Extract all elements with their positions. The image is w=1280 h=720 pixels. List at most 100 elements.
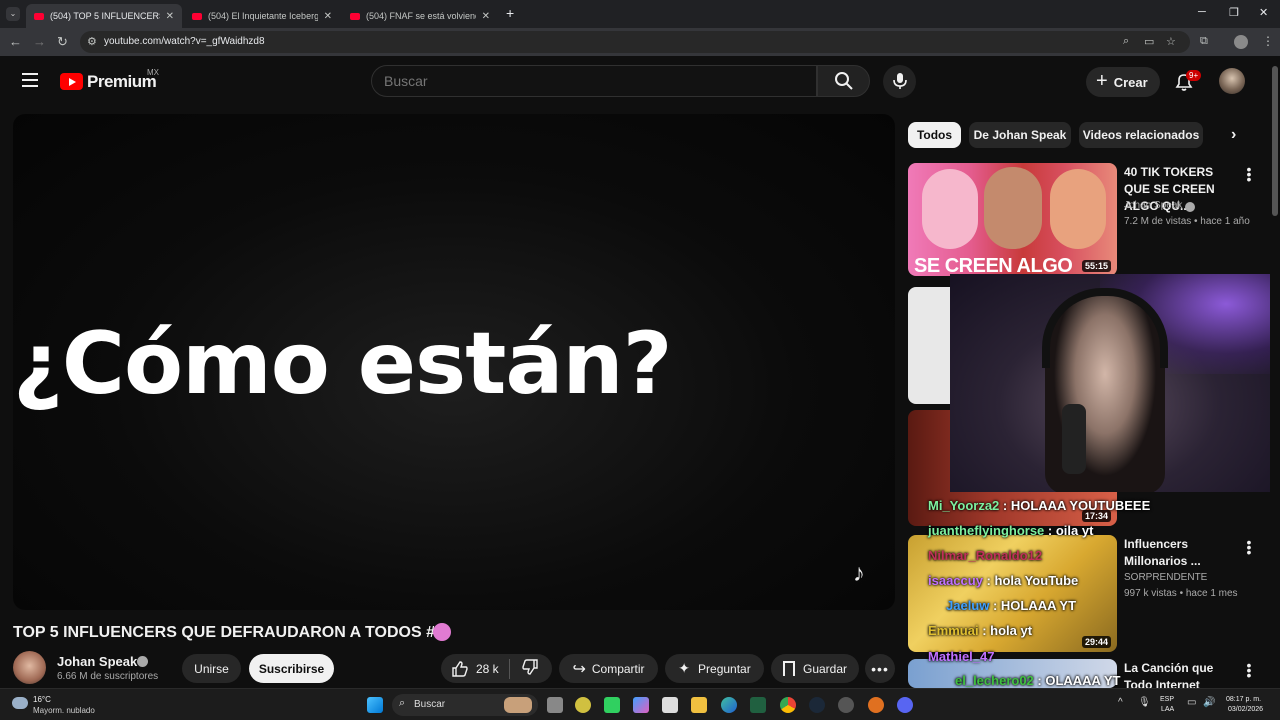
related-channel-1[interactable]: Johan Speak — [1124, 200, 1182, 211]
join-button[interactable]: Unirse — [182, 654, 241, 683]
task-view-icon[interactable] — [547, 697, 563, 713]
network-icon[interactable]: ▭ — [1187, 697, 1196, 708]
channel-name[interactable]: Johan Speak — [57, 654, 137, 669]
keyboard-layout[interactable]: LAA — [1161, 706, 1174, 713]
create-button[interactable]: + Crear — [1086, 67, 1160, 97]
microphone-tray-icon[interactable]: 🎙 — [1138, 697, 1151, 708]
verified-check-icon — [137, 656, 148, 667]
related-thumbnail-1[interactable]: SE CREEN ALGO 55:15 — [908, 163, 1117, 276]
search-button[interactable] — [817, 65, 870, 97]
thumbnail-face — [922, 169, 978, 249]
page-scrollbar[interactable] — [1270, 56, 1280, 688]
youtube-favicon-icon — [192, 12, 202, 20]
discord-icon[interactable] — [897, 697, 913, 713]
weather-temperature[interactable]: 16°C — [33, 695, 51, 704]
restore-button[interactable]: ❐ — [1229, 6, 1239, 19]
related-title-3[interactable]: Influencers Millonarios ... — [1124, 536, 1240, 570]
chrome-icon[interactable] — [780, 697, 796, 713]
hamburger-menu-icon[interactable] — [22, 73, 38, 87]
plus-icon: + — [1096, 69, 1108, 92]
share-button[interactable]: ↪ Compartir — [559, 654, 658, 683]
reload-icon[interactable]: ↻ — [57, 34, 68, 50]
chat-message: juantheflyinghorse : oila yt — [928, 523, 1093, 538]
dislike-button[interactable] — [510, 658, 539, 679]
profile-icon[interactable] — [1234, 35, 1248, 49]
browser-tab-3[interactable]: (504) FNAF se está volviendo R ✕ — [342, 4, 498, 28]
close-tab-icon[interactable]: ✕ — [324, 11, 332, 22]
clock-date[interactable]: 03/02/2026 — [1228, 706, 1263, 713]
youtube-logo-icon[interactable] — [60, 73, 83, 90]
save-button[interactable]: Guardar — [771, 654, 859, 683]
app-icon[interactable] — [868, 697, 884, 713]
chip-todos[interactable]: Todos — [908, 122, 961, 148]
search-input[interactable] — [384, 73, 784, 89]
chat-text: HOLAAA YT — [1000, 598, 1077, 613]
new-tab-button[interactable]: + — [506, 5, 514, 21]
youtube-logo-text[interactable]: Premium — [87, 72, 157, 92]
weather-icon[interactable] — [12, 697, 28, 709]
chat-separator: : — [1044, 523, 1056, 538]
browser-tab-2[interactable]: (504) El Inquietante Iceberg de ✕ — [184, 4, 340, 28]
back-arrow-icon[interactable]: ← — [9, 34, 22, 49]
account-avatar[interactable] — [1219, 68, 1245, 94]
more-vertical-icon[interactable]: • • • — [1246, 658, 1252, 682]
close-window-button[interactable]: ✕ — [1259, 6, 1268, 19]
windows-start-icon[interactable] — [367, 697, 383, 713]
close-tab-icon[interactable]: ✕ — [482, 11, 490, 22]
store-icon[interactable] — [662, 697, 678, 713]
zoom-icon[interactable]: ⌕ — [1123, 35, 1129, 48]
taskbar-search[interactable]: ⌕ Buscar — [392, 694, 538, 716]
taskbar-search-label: Buscar — [414, 699, 446, 710]
like-dislike-group: 28 k — [441, 654, 552, 683]
copilot-icon[interactable] — [633, 697, 649, 713]
app-icon[interactable] — [604, 697, 620, 713]
app-icon[interactable] — [575, 697, 591, 713]
close-tab-icon[interactable]: ✕ — [166, 11, 174, 22]
bookmark-star-icon[interactable]: ☆ — [1166, 35, 1176, 48]
channel-avatar[interactable] — [13, 651, 46, 684]
tab-search-icon[interactable]: ⌄ — [6, 7, 20, 21]
youtube-favicon-icon — [34, 12, 44, 20]
chat-username: isaaccuy — [928, 573, 983, 588]
chat-message: Mathiel_47 — [928, 649, 994, 664]
chat-text: HOLAAA YOUTUBEEE — [1010, 498, 1151, 513]
site-info-icon[interactable]: ⚙ — [87, 35, 97, 48]
more-actions-button[interactable]: ••• — [865, 654, 895, 683]
more-horizontal-icon: ••• — [871, 660, 889, 677]
extensions-icon[interactable]: ⧉ — [1200, 35, 1208, 48]
browser-tab-strip: ⌄ (504) TOP 5 INFLUENCERS QUE ✕ (504) El… — [0, 0, 1280, 28]
related-meta-3: 997 k vistas • hace 1 mes — [1124, 588, 1238, 599]
video-player[interactable]: ¿Cómo están? ♪ — [13, 114, 895, 610]
input-language[interactable]: ESP — [1160, 696, 1174, 703]
minimize-button[interactable]: ─ — [1198, 6, 1206, 18]
forward-arrow-icon[interactable]: → — [33, 34, 46, 49]
edge-icon[interactable] — [721, 697, 737, 713]
chip-de-johan-speak[interactable]: De Johan Speak — [969, 122, 1071, 148]
voice-search-button[interactable] — [883, 65, 916, 98]
steam-icon[interactable] — [809, 697, 825, 713]
ask-button[interactable]: ✦ Preguntar — [665, 654, 764, 683]
scroll-thumb[interactable] — [1272, 66, 1278, 216]
chevron-right-icon[interactable]: › — [1231, 126, 1236, 144]
tray-chevron-icon[interactable]: ^ — [1118, 697, 1123, 708]
app-icon[interactable] — [838, 697, 854, 713]
create-label: Crear — [1113, 74, 1148, 90]
file-explorer-icon[interactable] — [691, 697, 707, 713]
app-icon[interactable] — [750, 697, 766, 713]
like-button[interactable]: 28 k — [441, 660, 509, 678]
volume-icon[interactable]: 🔊 — [1203, 697, 1215, 708]
clock-time[interactable]: 08:17 p. m. — [1226, 696, 1261, 703]
chat-separator: : — [1033, 673, 1046, 688]
subscribe-button[interactable]: Suscribirse — [249, 654, 334, 683]
more-vertical-icon[interactable]: • • • — [1246, 535, 1252, 559]
related-channel-3[interactable]: SORPRENDENTE — [1124, 572, 1207, 583]
address-bar[interactable]: ⚙ youtube.com/watch?v=_gfWaidhzd8 ⌕ ▭ ☆ — [80, 31, 1190, 53]
chip-videos-relacionados[interactable]: Videos relacionados — [1079, 122, 1203, 148]
chat-separator: : — [978, 623, 991, 638]
menu-kebab-icon[interactable]: ⋮ — [1262, 34, 1274, 48]
cast-icon[interactable]: ▭ — [1144, 35, 1154, 48]
more-vertical-icon[interactable]: • • • — [1246, 162, 1252, 186]
thumbnail-face — [984, 167, 1042, 249]
weather-description[interactable]: Mayorm. nublado — [33, 706, 95, 715]
browser-tab-1[interactable]: (504) TOP 5 INFLUENCERS QUE ✕ — [26, 4, 182, 28]
